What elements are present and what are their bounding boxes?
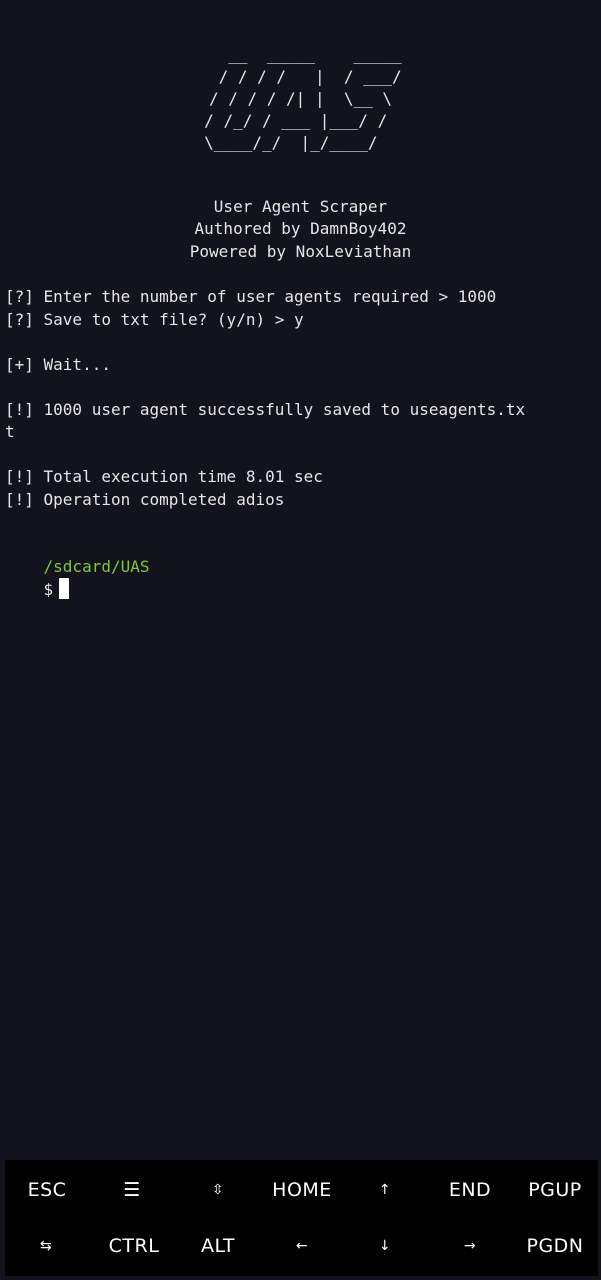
text-cursor: [59, 578, 70, 599]
shift-key[interactable]: ⇳: [183, 1162, 253, 1218]
tab-key[interactable]: ⇆: [13, 1218, 79, 1274]
ascii-art-line: \____/_/ |_/____/: [204, 133, 397, 152]
ascii-art-line: / / / / | / ___/: [199, 67, 402, 86]
arrow-left-key[interactable]: ←: [267, 1218, 337, 1274]
output-line: [!] Operation completed adios: [5, 490, 285, 509]
output-line: [!] 1000 user agent successfully saved t…: [5, 400, 526, 419]
banner-title: User Agent Scraper: [213, 197, 388, 216]
banner-powered: Powered by NoxLeviathan: [189, 242, 412, 261]
extra-keys-bar: ESC ☰ ⇳ HOME ↑ END PGUP ⇆ CTRL ALT ← ↓ →…: [5, 1160, 598, 1276]
esc-key[interactable]: ESC: [15, 1162, 79, 1218]
end-key[interactable]: END: [433, 1162, 507, 1218]
terminal-view[interactable]: __ _____ _____ / / / / | / ___/ / / / / …: [0, 0, 601, 1160]
arrow-up-key[interactable]: ↑: [350, 1162, 420, 1218]
drawer-menu-key[interactable]: ☰: [97, 1162, 167, 1218]
alt-key[interactable]: ALT: [183, 1218, 253, 1274]
prompt-symbol: $: [43, 580, 54, 599]
output-line: [+] Wait...: [5, 355, 111, 374]
pgup-key[interactable]: PGUP: [515, 1162, 595, 1218]
shell-prompt[interactable]: /sdcard/UAS $: [5, 534, 150, 623]
pgdn-key[interactable]: PGDN: [515, 1218, 595, 1274]
arrow-right-key[interactable]: →: [435, 1218, 505, 1274]
output-line: [?] Save to txt file? (y/n) > y: [5, 310, 304, 329]
output-line: [!] Total execution time 8.01 sec: [5, 467, 323, 486]
arrow-down-key[interactable]: ↓: [350, 1218, 420, 1274]
output-line: [?] Enter the number of user agents requ…: [5, 287, 497, 306]
ctrl-key[interactable]: CTRL: [97, 1218, 171, 1274]
home-key[interactable]: HOME: [260, 1162, 344, 1218]
output-line: t: [5, 422, 15, 441]
ascii-art-line: __ _____ _____: [199, 45, 402, 64]
prompt-path: /sdcard/UAS: [43, 557, 150, 576]
ascii-art-line: / / / / /| | \__ \: [199, 89, 402, 108]
ascii-art-line: / /_/ / ___ |___/ /: [204, 111, 397, 130]
banner-author: Authored by DamnBoy402: [194, 219, 407, 238]
